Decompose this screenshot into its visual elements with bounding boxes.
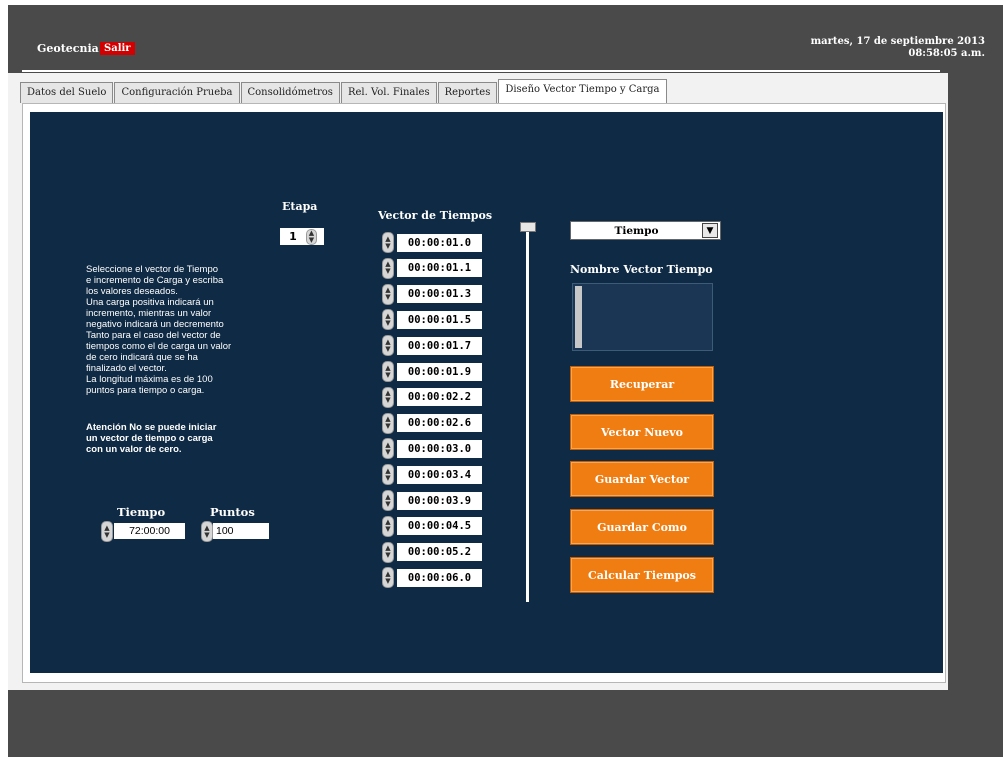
- spinner-icon[interactable]: ▲ ▼: [382, 257, 394, 279]
- vector-value-input[interactable]: 00:00:05.2: [397, 543, 482, 562]
- spinner-icon[interactable]: ▲ ▼: [382, 567, 394, 589]
- vector-nuevo-button[interactable]: Vector Nuevo: [570, 414, 714, 450]
- vector-row: ▲ ▼ 00:00:04.5: [382, 515, 482, 537]
- vector-scrollbar[interactable]: [526, 228, 529, 602]
- vector-type-select[interactable]: Tiempo ▼: [570, 221, 721, 240]
- vector-value-input[interactable]: 00:00:04.5: [397, 517, 482, 536]
- date-text: martes, 17 de septiembre 2013: [810, 36, 985, 47]
- spinner-icon[interactable]: ▲ ▼: [382, 361, 394, 382]
- vector-row: ▲ ▼ 00:00:01.1: [382, 257, 482, 279]
- etapa-label: Etapa: [282, 200, 318, 213]
- vector-row: ▲ ▼ 00:00:03.0: [382, 438, 482, 460]
- app-name: Geotecnia: [37, 42, 99, 55]
- vector-value-input[interactable]: 00:00:03.9: [397, 491, 482, 510]
- tab-diseno-vector[interactable]: Diseño Vector Tiempo y Carga: [498, 79, 667, 103]
- warning-text: Atención No se puede iniciar un vector d…: [86, 422, 217, 455]
- vector-row: ▲ ▼ 00:00:01.9: [382, 361, 482, 382]
- vector-value-input[interactable]: 00:00:01.7: [397, 336, 482, 355]
- spinner-icon[interactable]: ▲ ▼: [382, 464, 394, 486]
- exit-button[interactable]: Salir: [100, 42, 135, 55]
- tiempo-input[interactable]: 72:00:00: [114, 523, 185, 539]
- calcular-tiempos-button[interactable]: Calcular Tiempos: [570, 557, 714, 593]
- name-box-label: Nombre Vector Tiempo: [570, 263, 713, 276]
- vector-row: ▲ ▼ 00:00:03.4: [382, 464, 482, 486]
- vector-value-input[interactable]: 00:00:03.0: [397, 439, 482, 458]
- spinner-icon[interactable]: ▲ ▼: [382, 283, 394, 305]
- spinner-icon[interactable]: ▲ ▼: [382, 232, 394, 253]
- window-right-edge: [948, 5, 1003, 757]
- spinner-icon[interactable]: ▲ ▼: [382, 386, 394, 408]
- vector-value-input[interactable]: 00:00:01.0: [397, 233, 482, 252]
- tiempo-spinner-icon[interactable]: ▲ ▼: [101, 521, 113, 542]
- spinner-icon[interactable]: ▲ ▼: [306, 228, 317, 245]
- vector-value-input[interactable]: 00:00:06.0: [397, 568, 482, 587]
- tab-consolidometros[interactable]: Consolidómetros: [240, 82, 340, 103]
- spinner-icon[interactable]: ▲ ▼: [382, 309, 394, 331]
- vector-row: ▲ ▼ 00:00:01.7: [382, 335, 482, 357]
- spinner-icon[interactable]: ▲ ▼: [382, 541, 394, 563]
- vector-name-list[interactable]: [572, 283, 713, 351]
- datetime: martes, 17 de septiembre 2013 08:58:05 a…: [811, 36, 985, 60]
- time-text: 08:58:05 a.m.: [908, 48, 985, 59]
- scrollbar-handle[interactable]: [520, 222, 536, 232]
- vector-row: ▲ ▼ 00:00:02.2: [382, 386, 482, 408]
- vector-row: ▲ ▼ 00:00:03.9: [382, 490, 482, 511]
- vector-row: ▲ ▼ 00:00:06.0: [382, 567, 482, 589]
- vector-row: ▲ ▼ 00:00:02.6: [382, 412, 482, 434]
- spinner-icon[interactable]: ▲ ▼: [382, 412, 394, 434]
- header: Geotecnia: [22, 34, 940, 72]
- vector-row: ▲ ▼ 00:00:01.3: [382, 283, 482, 305]
- spinner-icon[interactable]: ▲ ▼: [382, 438, 394, 460]
- vector-value-input[interactable]: 00:00:01.9: [397, 362, 482, 381]
- vector-row: ▲ ▼ 00:00:01.5: [382, 309, 482, 331]
- vector-type-value: Tiempo: [614, 224, 659, 237]
- vector-value-input[interactable]: 00:00:02.2: [397, 388, 482, 407]
- spinner-icon[interactable]: ▲ ▼: [382, 515, 394, 537]
- vector-value-input[interactable]: 00:00:01.5: [397, 310, 482, 329]
- guardar-como-button[interactable]: Guardar Como: [570, 509, 714, 545]
- tab-bar: Datos del Suelo Configuración Prueba Con…: [20, 79, 668, 103]
- vector-label: Vector de Tiempos: [378, 209, 493, 222]
- tab-rel-vol[interactable]: Rel. Vol. Finales: [340, 82, 437, 103]
- recuperar-button[interactable]: Recuperar: [570, 366, 714, 402]
- puntos-spinner-icon[interactable]: ▲ ▼: [201, 521, 213, 542]
- vector-row: ▲ ▼ 00:00:05.2: [382, 541, 482, 563]
- vector-value-input[interactable]: 00:00:03.4: [397, 465, 482, 484]
- vector-value-input[interactable]: 00:00:02.6: [397, 414, 482, 433]
- spinner-icon[interactable]: ▲ ▼: [382, 490, 394, 511]
- puntos-input[interactable]: 100: [213, 523, 269, 539]
- window-bottom-edge: [8, 690, 1003, 757]
- list-scrollbar[interactable]: [575, 286, 582, 348]
- etapa-value: 1: [289, 230, 297, 243]
- instructions-text: Seleccione el vector de Tiempo e increme…: [86, 264, 232, 396]
- puntos-label: Puntos: [210, 505, 255, 519]
- tiempo-label: Tiempo: [117, 505, 166, 519]
- chevron-down-icon[interactable]: ▼: [702, 223, 718, 238]
- vector-row: ▲ ▼ 00:00:01.0: [382, 232, 482, 253]
- tab-configuracion[interactable]: Configuración Prueba: [114, 82, 240, 103]
- tab-reportes[interactable]: Reportes: [437, 82, 498, 103]
- tab-datos-suelo[interactable]: Datos del Suelo: [20, 82, 114, 103]
- guardar-vector-button[interactable]: Guardar Vector: [570, 461, 714, 497]
- spinner-icon[interactable]: ▲ ▼: [382, 335, 394, 357]
- vector-value-input[interactable]: 00:00:01.3: [397, 285, 482, 304]
- etapa-stepper[interactable]: 1 ▲ ▼: [280, 228, 324, 245]
- vector-value-input[interactable]: 00:00:01.1: [397, 259, 482, 278]
